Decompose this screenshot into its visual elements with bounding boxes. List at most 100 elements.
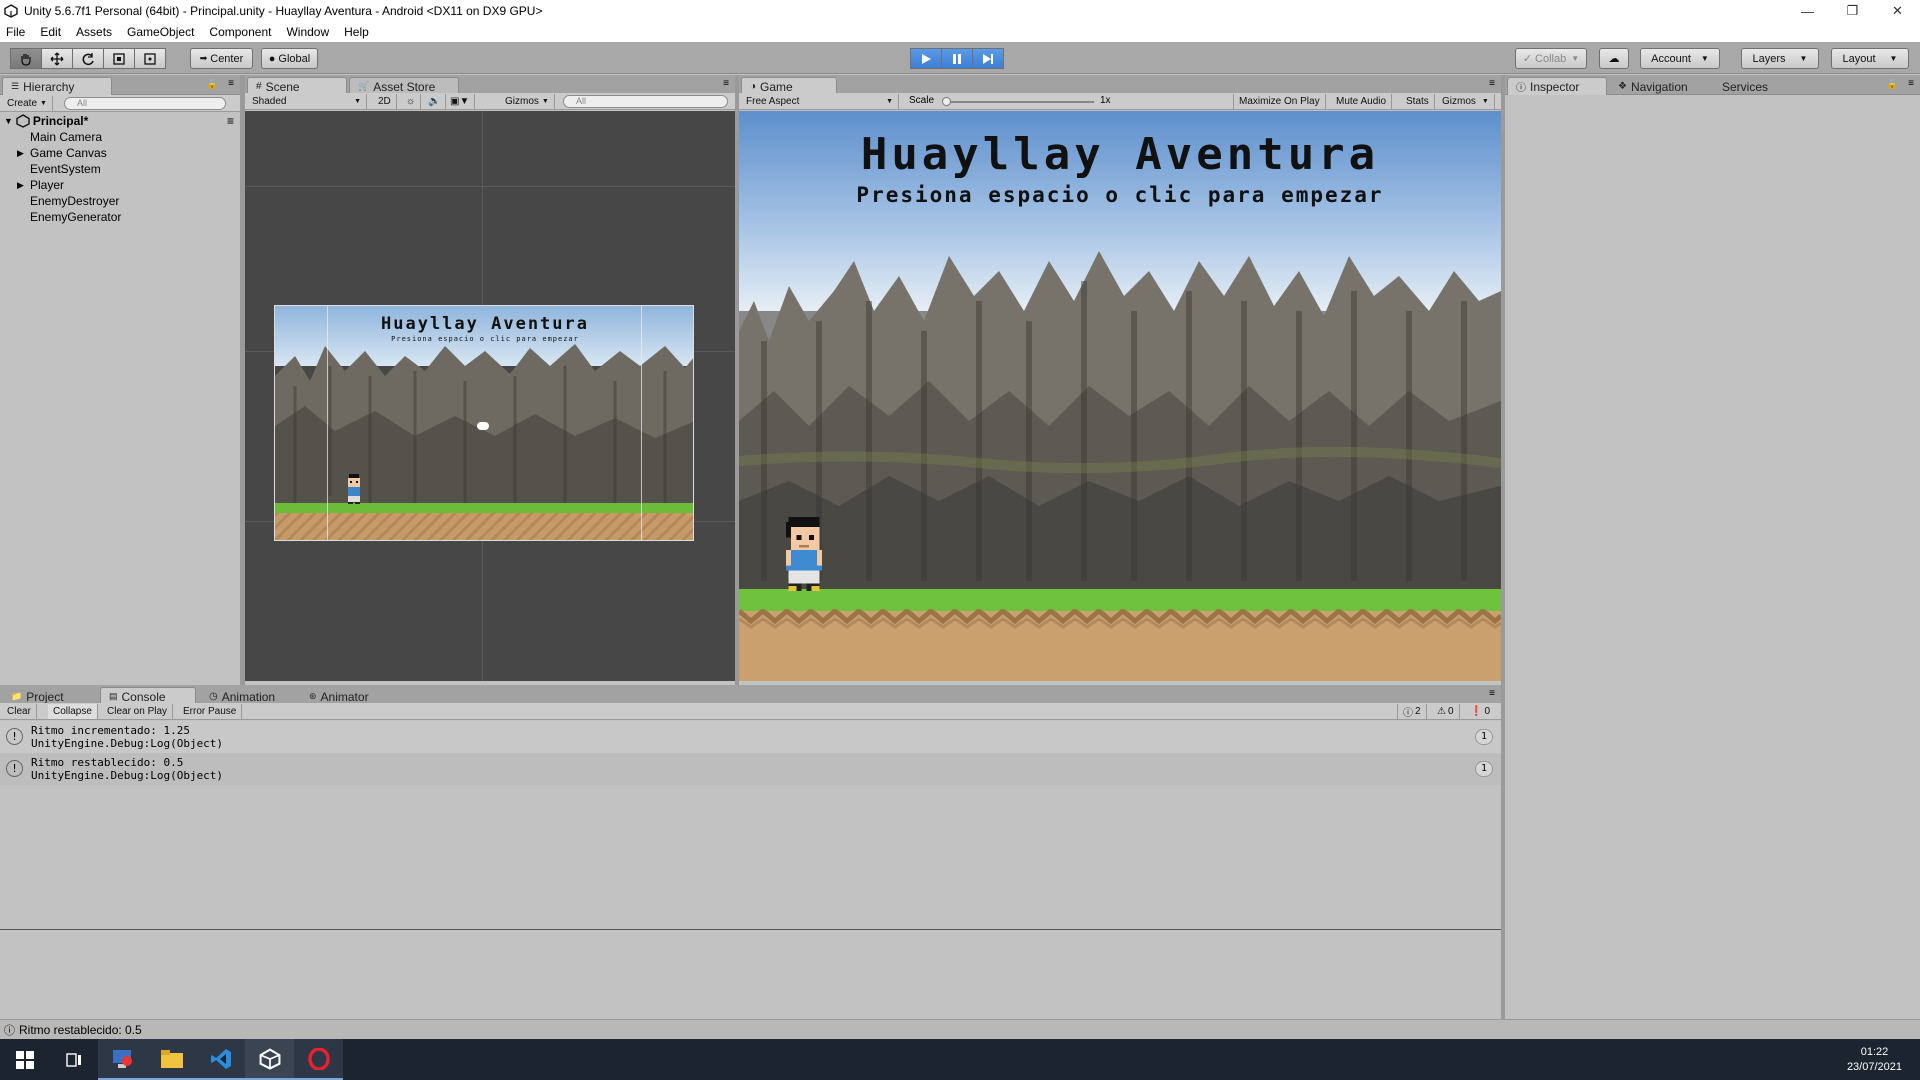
scene-menu-icon[interactable]: ≡ <box>227 114 234 128</box>
hierarchy-item-eventsystem[interactable]: EventSystem <box>0 161 240 177</box>
minimize-button[interactable]: — <box>1785 0 1830 22</box>
move-tool-icon[interactable] <box>41 48 73 69</box>
rect-tool-icon[interactable] <box>134 48 166 69</box>
console-entry-stack: UnityEngine.Debug:Log(Object) <box>31 737 224 750</box>
scene-tabbar: # Scene 🛒 Asset Store ≡ <box>245 75 735 95</box>
tab-inspector[interactable]: ⓘ Inspector <box>1507 77 1607 95</box>
chevron-down-icon: ▼ <box>40 100 47 107</box>
check-icon: ✓ <box>1522 53 1533 65</box>
scale-slider-thumb[interactable] <box>942 97 951 106</box>
task-view-icon[interactable] <box>49 1039 98 1080</box>
globe-icon: ● <box>268 52 276 65</box>
console-clear-on-play-toggle[interactable]: Clear on Play <box>102 704 174 719</box>
audio-icon[interactable]: 🔈 <box>423 94 447 109</box>
expand-arrow-icon[interactable]: ▶ <box>17 180 30 191</box>
game-gizmos-dropdown[interactable]: Gizmos ▼ <box>1437 94 1495 109</box>
hierarchy-search-input[interactable]: All <box>64 97 226 110</box>
hierarchy-item-main-camera[interactable]: Main Camera <box>0 129 240 145</box>
scale-slider[interactable] <box>944 101 1094 103</box>
tab-navigation[interactable]: ❖ Navigation <box>1609 77 1709 95</box>
console-entry[interactable]: ! Ritmo incrementado: 1.25 UnityEngine.D… <box>0 721 1501 753</box>
scene-view[interactable]: Huayllay Aventura Presiona espacio o cli… <box>245 111 735 681</box>
lock-icon[interactable]: 🔒 <box>1887 79 1898 90</box>
panel-menu-icon[interactable]: ≡ <box>1489 78 1495 89</box>
console-log-filter[interactable]: ⓘ 2 <box>1397 704 1427 719</box>
panel-menu-icon[interactable]: ≡ <box>1908 78 1914 89</box>
hand-tool-icon[interactable] <box>10 48 42 69</box>
console-clear-button[interactable]: Clear <box>2 704 37 719</box>
console-collapse-toggle[interactable]: Collapse <box>48 704 98 719</box>
vscode-icon[interactable] <box>196 1039 245 1080</box>
tab-hierarchy[interactable]: ☰ Hierarchy <box>2 77 112 95</box>
menu-window[interactable]: Window <box>286 25 329 39</box>
chevron-down-icon: ▼ <box>1700 54 1709 63</box>
menu-file[interactable]: File <box>6 25 25 39</box>
play-button[interactable] <box>910 48 942 69</box>
effects-icon[interactable]: ▣▼ <box>445 94 476 109</box>
rotate-tool-icon[interactable] <box>72 48 104 69</box>
scale-value: 1x <box>1100 95 1111 106</box>
hierarchy-item-enemygenerator[interactable]: EnemyGenerator <box>0 209 240 225</box>
layout-dropdown[interactable]: Layout ▼ <box>1831 48 1909 69</box>
console-entry[interactable]: ! Ritmo restablecido: 0.5 UnityEngine.De… <box>0 753 1501 785</box>
status-bar[interactable]: ⓘ Ritmo restablecido: 0.5 <box>0 1019 1920 1039</box>
scene-canvas-preview[interactable]: Huayllay Aventura Presiona espacio o cli… <box>274 305 694 541</box>
maximize-on-play-toggle[interactable]: Maximize On Play <box>1233 94 1326 109</box>
lock-icon[interactable]: 🔒 <box>207 79 218 90</box>
remote-desktop-icon[interactable] <box>98 1039 147 1080</box>
status-message: Ritmo restablecido: 0.5 <box>19 1022 142 1037</box>
2d-toggle[interactable]: 2D <box>373 94 397 109</box>
panel-menu-icon[interactable]: ≡ <box>228 78 234 89</box>
console-detail-divider[interactable] <box>0 929 1501 930</box>
camera-gizmo-icon[interactable] <box>477 422 489 430</box>
create-dropdown[interactable]: Create ▼ <box>2 96 53 111</box>
navigation-icon: ❖ <box>1618 81 1627 92</box>
scene-root-row[interactable]: ▼ Principal* ≡ <box>0 113 240 129</box>
cloud-button[interactable]: ☁ <box>1599 48 1629 69</box>
chevron-down-icon: ▼ <box>1481 98 1489 105</box>
tab-services[interactable]: Services <box>1713 77 1793 95</box>
hierarchy-item-player[interactable]: ▶ Player <box>0 177 240 193</box>
hierarchy-item-game-canvas[interactable]: ▶ Game Canvas <box>0 145 240 161</box>
cloud-icon: ☁ <box>1608 53 1620 65</box>
panel-menu-icon[interactable]: ≡ <box>723 78 729 89</box>
player-sprite[interactable] <box>345 474 363 504</box>
console-warning-filter[interactable]: ⚠ 0 <box>1432 704 1460 719</box>
aspect-dropdown[interactable]: Free Aspect ▼ <box>741 94 899 109</box>
collab-button[interactable]: ✓ Collab ▼ <box>1515 48 1587 69</box>
shading-dropdown[interactable]: Shaded ▼ <box>247 94 367 109</box>
game-view[interactable]: Huayllay Aventura Presiona espacio o cli… <box>739 111 1501 681</box>
menu-gameobject[interactable]: GameObject <box>127 25 194 39</box>
scene-preview-subtitle: Presiona espacio o clic para empezar <box>391 335 579 343</box>
menu-edit[interactable]: Edit <box>40 25 61 39</box>
restore-button[interactable]: ❐ <box>1830 0 1875 22</box>
lighting-icon[interactable]: ☼ <box>401 94 422 109</box>
stats-toggle[interactable]: Stats <box>1401 94 1435 109</box>
console-error-filter[interactable]: ❗ 0 <box>1465 704 1495 719</box>
menu-assets[interactable]: Assets <box>76 25 112 39</box>
expand-arrow-icon[interactable]: ▶ <box>17 148 30 159</box>
opera-icon[interactable] <box>294 1039 343 1080</box>
step-button[interactable] <box>972 48 1004 69</box>
expand-arrow-icon[interactable]: ▼ <box>4 116 13 126</box>
console-error-pause-toggle[interactable]: Error Pause <box>178 704 243 719</box>
layers-dropdown[interactable]: Layers ▼ <box>1741 48 1819 69</box>
panel-menu-icon[interactable]: ≡ <box>1489 688 1495 699</box>
pause-button[interactable] <box>941 48 973 69</box>
scale-tool-icon[interactable] <box>103 48 135 69</box>
mute-audio-toggle[interactable]: Mute Audio <box>1331 94 1393 109</box>
space-global-button[interactable]: ● Global <box>261 48 318 69</box>
chevron-down-icon: ▼ <box>1571 54 1580 63</box>
menu-component[interactable]: Component <box>209 25 271 39</box>
system-clock[interactable]: 01:22 23/07/2021 <box>1847 1045 1902 1075</box>
account-dropdown[interactable]: Account ▼ <box>1640 48 1720 69</box>
hierarchy-item-enemydestroyer[interactable]: EnemyDestroyer <box>0 193 240 209</box>
pivot-center-button[interactable]: ➡ Center <box>190 48 253 69</box>
scene-search-input[interactable]: All <box>563 95 728 108</box>
scene-gizmos-dropdown[interactable]: Gizmos ▼ <box>500 94 555 109</box>
file-explorer-icon[interactable] <box>147 1039 196 1080</box>
close-button[interactable]: ✕ <box>1875 0 1920 22</box>
unity-app-icon[interactable] <box>245 1039 294 1080</box>
menu-help[interactable]: Help <box>344 25 369 39</box>
windows-start-icon[interactable] <box>0 1039 49 1080</box>
